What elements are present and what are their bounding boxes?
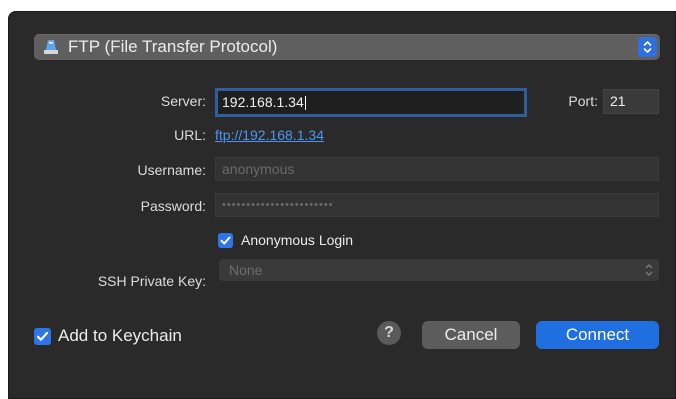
port-label: Port:	[568, 93, 598, 109]
ssh-key-label: SSH Private Key:	[97, 273, 206, 289]
protocol-select[interactable]: FTP (File Transfer Protocol)	[34, 34, 660, 60]
ftp-server-icon	[44, 40, 58, 54]
url-link[interactable]: ftp://192.168.1.34	[215, 127, 324, 143]
help-button[interactable]: ?	[377, 321, 401, 345]
ssh-key-value: None	[229, 262, 263, 278]
username-label: Username:	[137, 162, 206, 178]
add-to-keychain-checkbox[interactable]	[34, 328, 51, 345]
protocol-label: FTP (File Transfer Protocol)	[68, 37, 278, 56]
connect-button[interactable]: Connect	[536, 321, 659, 349]
server-label: Server:	[160, 93, 206, 109]
port-input[interactable]: 21	[603, 89, 659, 114]
server-input[interactable]: 192.168.1.34	[215, 88, 527, 117]
connect-dialog: FTP (File Transfer Protocol) Server: 192…	[8, 11, 676, 399]
checkmark-icon	[36, 331, 49, 341]
add-to-keychain-label: Add to Keychain	[58, 326, 182, 345]
anonymous-login-label: Anonymous Login	[241, 232, 354, 248]
url-label: URL:	[174, 127, 206, 143]
server-value: 192.168.1.34	[222, 94, 304, 110]
checkmark-icon	[220, 236, 231, 245]
username-value: anonymous	[222, 161, 295, 177]
chevron-updown-icon[interactable]	[638, 37, 657, 57]
port-value: 21	[610, 93, 626, 109]
password-label: Password:	[140, 198, 206, 214]
anonymous-login-checkbox[interactable]	[218, 233, 233, 248]
password-input[interactable]: •••••••••••••••••••••••	[215, 193, 659, 217]
ssh-key-select[interactable]: None	[219, 259, 659, 281]
chevron-updown-icon	[645, 264, 653, 276]
cancel-button[interactable]: Cancel	[422, 321, 520, 349]
username-input[interactable]: anonymous	[215, 157, 659, 181]
password-value: •••••••••••••••••••••••	[222, 199, 334, 211]
text-caret	[304, 96, 306, 111]
